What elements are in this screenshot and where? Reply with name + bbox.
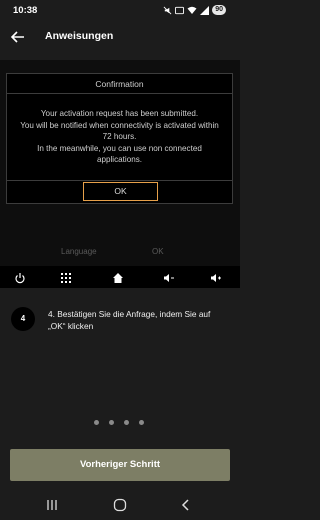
pagination-dot[interactable] — [94, 420, 99, 425]
back-nav-icon[interactable] — [178, 497, 194, 513]
step-text: 4. Bestätigen Sie die Anfrage, indem Sie… — [48, 309, 211, 331]
language-label: Language — [61, 247, 97, 256]
volume-down-icon — [163, 271, 175, 283]
mute-icon — [163, 6, 172, 15]
grid-icon — [60, 271, 72, 283]
previous-step-button[interactable]: Vorheriger Schritt — [10, 449, 230, 481]
dimmed-menu-strip: Language OK — [0, 243, 240, 261]
status-bar: 10:38 90 — [0, 0, 240, 22]
pagination-dot[interactable] — [124, 420, 129, 425]
signal-icon — [200, 5, 210, 15]
step-number-badge: 4 — [11, 307, 35, 331]
dialog-ok-button[interactable]: OK — [83, 182, 158, 201]
recent-apps-icon[interactable] — [44, 497, 60, 513]
home-icon — [112, 271, 124, 283]
back-arrow-icon[interactable] — [10, 29, 26, 45]
home-nav-icon[interactable] — [112, 497, 128, 513]
confirmation-dialog: Confirmation Your activation request has… — [6, 73, 233, 204]
system-nav-bar — [0, 490, 240, 520]
power-icon — [14, 271, 26, 284]
pagination-dots — [94, 420, 144, 425]
status-time: 10:38 — [13, 5, 38, 16]
dialog-line: 72 hours. — [102, 132, 137, 141]
dialog-message: Your activation request has been submitt… — [9, 108, 230, 166]
dialog-divider — [7, 180, 232, 181]
dimmed-ok-label: OK — [152, 247, 164, 256]
dialog-line: applications. — [97, 155, 142, 164]
volte-icon — [175, 6, 185, 15]
app-bar: Anweisungen — [0, 22, 240, 52]
instruction-step: 4 4. Bestätigen Sie die Anfrage, indem S… — [0, 300, 240, 344]
pagination-dot[interactable] — [139, 420, 144, 425]
dialog-line: Your activation request has been submitt… — [40, 109, 199, 118]
volume-up-icon — [210, 271, 222, 283]
dialog-divider — [7, 93, 232, 94]
dialog-title: Confirmation — [95, 79, 144, 89]
wifi-icon — [187, 6, 197, 15]
battery-indicator: 90 — [212, 5, 226, 15]
dialog-line: In the meanwhile, you can use non connec… — [37, 143, 202, 153]
head-unit-control-bar — [0, 266, 240, 288]
page-title: Anweisungen — [45, 30, 114, 42]
dialog-line: You will be notified when connectivity i… — [20, 120, 219, 130]
pagination-dot[interactable] — [109, 420, 114, 425]
status-icons: 90 — [163, 5, 226, 15]
